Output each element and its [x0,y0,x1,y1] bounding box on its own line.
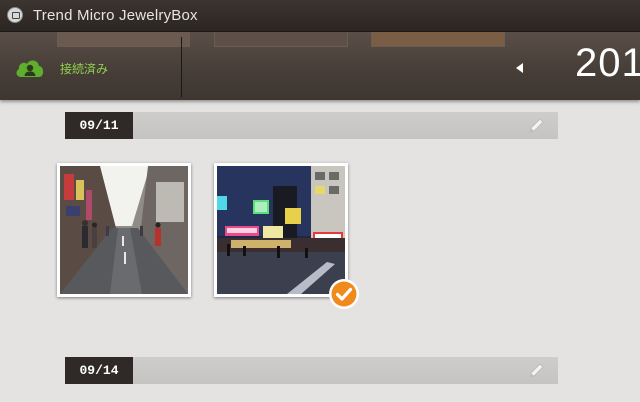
title-bar: Trend Micro JewelryBox [0,0,640,32]
selected-check-icon[interactable] [328,278,360,310]
timeline-thumbnail[interactable] [57,32,190,47]
timeline-thumbnail[interactable] [214,32,348,47]
header-bar: 接続済み 201 [0,32,640,100]
photo-thumbnail[interactable] [57,163,191,297]
date-header: 09/14 [65,357,558,384]
photo-image [217,166,345,294]
connection-status: 接続済み [60,62,109,76]
edit-pencil-icon[interactable] [526,116,546,136]
edit-pencil-icon[interactable] [526,361,546,381]
window-title: Trend Micro JewelryBox [33,7,198,24]
year-label: 201 [575,41,640,85]
date-label: 09/14 [65,357,133,384]
timeline-divider [181,37,182,97]
date-header: 09/11 [65,112,558,139]
photo-thumbnail[interactable] [214,163,348,297]
previous-arrow-icon[interactable] [513,61,527,75]
photo-image [60,166,188,294]
date-label: 09/11 [65,112,133,139]
app-icon [7,7,23,23]
cloud-user-icon [16,60,44,77]
timeline-thumbnail[interactable] [371,32,505,47]
